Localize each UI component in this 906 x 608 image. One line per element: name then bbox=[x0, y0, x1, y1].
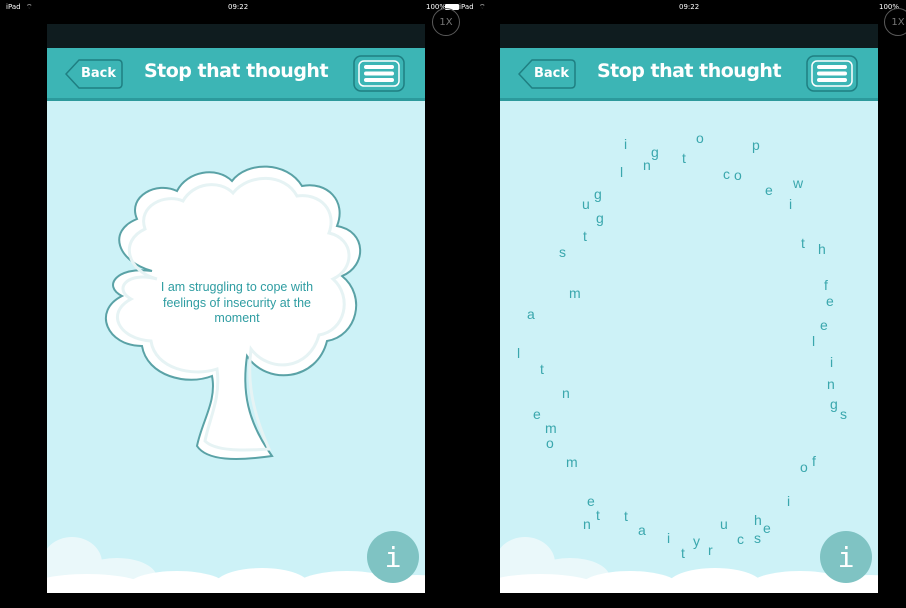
letter: l bbox=[517, 345, 521, 361]
hamburger-icon bbox=[353, 55, 405, 92]
letter: t bbox=[540, 361, 544, 377]
letter: o bbox=[696, 130, 704, 146]
back-label: Back bbox=[81, 66, 117, 81]
info-button[interactable]: i bbox=[820, 531, 872, 583]
screen-left: Back Stop that thought I am struggling t… bbox=[47, 24, 425, 593]
header-bar: Back Stop that thought bbox=[500, 48, 878, 101]
content-area: I am struggling to cope with feelings of… bbox=[47, 101, 425, 593]
letter: i bbox=[624, 136, 628, 152]
letter: e bbox=[820, 317, 828, 333]
letter: t bbox=[682, 150, 686, 166]
scattered-letters: igopnltcoewugigtthsfmeaellitnngsemomofie… bbox=[500, 101, 878, 593]
status-bar-left: iPad ⌔ 09:22 100% bbox=[0, 0, 459, 14]
letter: s bbox=[840, 406, 847, 422]
letter: h bbox=[818, 241, 826, 257]
device-label: iPad bbox=[6, 3, 21, 11]
letter: f bbox=[824, 277, 828, 293]
letter: e bbox=[826, 293, 834, 309]
letter: g bbox=[594, 186, 602, 202]
top-dark-bar bbox=[47, 24, 425, 48]
header-bar: Back Stop that thought bbox=[47, 48, 425, 101]
letter: t bbox=[801, 235, 805, 251]
letter: a bbox=[527, 306, 535, 322]
menu-button[interactable] bbox=[806, 55, 858, 92]
top-dark-bar bbox=[500, 24, 878, 48]
back-button[interactable]: Back bbox=[65, 59, 123, 89]
info-button[interactable]: i bbox=[367, 531, 419, 583]
letter: u bbox=[582, 196, 590, 212]
bubble-text: I am struggling to cope with feelings of… bbox=[160, 280, 314, 325]
wifi-icon: ⌔ bbox=[479, 3, 486, 11]
clock: 09:22 bbox=[679, 3, 700, 11]
letter: e bbox=[533, 406, 541, 422]
page-title: Stop that thought bbox=[143, 60, 329, 82]
letter: t bbox=[583, 228, 587, 244]
letter: c bbox=[723, 166, 730, 182]
letter: m bbox=[569, 285, 581, 301]
letter: g bbox=[596, 210, 604, 226]
letter: o bbox=[800, 459, 808, 475]
zoom-badge-right[interactable]: 1X bbox=[884, 8, 906, 36]
letter: e bbox=[587, 493, 595, 509]
letter: e bbox=[765, 182, 773, 198]
back-button[interactable]: Back bbox=[518, 59, 576, 89]
menu-button[interactable] bbox=[353, 55, 405, 92]
letter: o bbox=[734, 167, 742, 183]
status-bar-right: iPad ⌔ 09:22 100% bbox=[453, 0, 906, 14]
letter: g bbox=[830, 396, 838, 412]
clock: 09:22 bbox=[228, 3, 249, 11]
back-label: Back bbox=[534, 66, 570, 81]
letter: l bbox=[620, 164, 624, 180]
screen-right: Back Stop that thought igopnltcoewugigtt… bbox=[500, 24, 878, 593]
letter: t bbox=[624, 508, 628, 524]
hamburger-icon bbox=[806, 55, 858, 92]
page-title: Stop that thought bbox=[596, 60, 782, 82]
letter: t bbox=[596, 507, 600, 523]
letter: g bbox=[651, 144, 659, 160]
letter: n bbox=[562, 385, 570, 401]
letter: w bbox=[793, 175, 804, 191]
letter: o bbox=[546, 435, 554, 451]
letter: f bbox=[812, 453, 816, 469]
device-label: iPad bbox=[459, 3, 474, 11]
letter: s bbox=[559, 244, 566, 260]
wifi-icon: ⌔ bbox=[26, 3, 33, 11]
letter: p bbox=[752, 137, 760, 153]
letter: l bbox=[812, 333, 816, 349]
letter: n bbox=[827, 376, 835, 392]
letter: m bbox=[545, 420, 557, 436]
letter: m bbox=[566, 454, 578, 470]
letter: i bbox=[830, 354, 834, 370]
letter: i bbox=[789, 196, 793, 212]
letter: i bbox=[787, 493, 791, 509]
letter: n bbox=[643, 157, 651, 173]
